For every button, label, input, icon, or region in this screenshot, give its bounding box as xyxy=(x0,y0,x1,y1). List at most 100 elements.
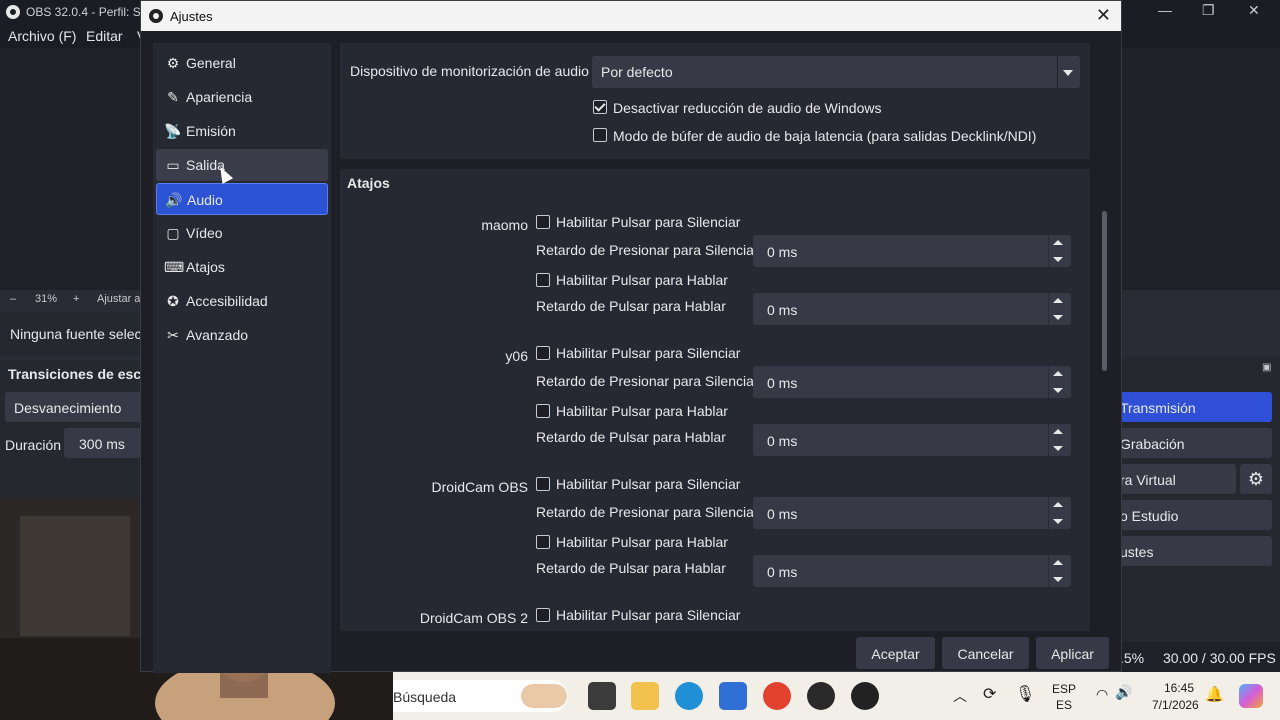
apply-button[interactable]: Aplicar xyxy=(1036,637,1109,669)
sidebar-item-atajos[interactable]: ⌨ Atajos xyxy=(156,251,328,283)
spin-down-icon[interactable] xyxy=(1053,315,1063,320)
zoom-fit-button[interactable]: Ajustar a xyxy=(97,293,140,305)
virtual-camera-settings-icon[interactable]: ⚙ xyxy=(1240,464,1272,494)
maximize-icon[interactable]: ❐ xyxy=(1202,2,1215,19)
push-to-talk-delay-input[interactable]: 0 ms xyxy=(753,555,1071,587)
virtual-camera-button[interactable]: ra Virtual xyxy=(1110,464,1236,494)
accept-button[interactable]: Aceptar xyxy=(856,637,935,669)
duration-input[interactable]: 300 ms xyxy=(64,428,144,458)
store-icon[interactable] xyxy=(719,682,747,710)
spin-up-icon[interactable] xyxy=(1053,371,1063,376)
menu-archivo[interactable]: Archivo (F) xyxy=(8,28,76,44)
cancel-label: Cancelar xyxy=(957,646,1014,662)
sidebar-item-audio[interactable]: 🔊 Audio xyxy=(156,183,328,215)
spin-down-icon[interactable] xyxy=(1053,577,1063,582)
spin-down-icon[interactable] xyxy=(1053,257,1063,262)
push-to-mute-checkbox[interactable] xyxy=(536,608,550,622)
keyboard-layout[interactable]: ES xyxy=(1056,698,1072,712)
low-latency-checkbox[interactable] xyxy=(593,128,607,142)
accept-label: Aceptar xyxy=(871,646,920,662)
language-code[interactable]: ESP xyxy=(1052,682,1076,696)
monitoring-device-select[interactable]: Por defecto xyxy=(592,56,1080,88)
zoom-in-button[interactable]: + xyxy=(73,293,79,305)
spin-down-icon[interactable] xyxy=(1053,519,1063,524)
sidebar-item-salida[interactable]: ▭ Salida xyxy=(156,149,328,181)
scrollbar-thumb[interactable] xyxy=(1102,211,1107,371)
obs-taskbar-icon[interactable] xyxy=(807,682,835,710)
dock-float-icon[interactable]: ▣ xyxy=(1262,362,1271,373)
clock-date[interactable]: 7/1/2026 xyxy=(1152,698,1199,712)
cancel-button[interactable]: Cancelar xyxy=(942,637,1029,669)
spin-up-icon[interactable] xyxy=(1053,298,1063,303)
file-explorer-icon[interactable] xyxy=(631,682,659,710)
chrome-icon[interactable] xyxy=(763,682,791,710)
sidebar-item-video[interactable]: ▢ Vídeo xyxy=(156,217,328,249)
virtual-camera-label: ra Virtual xyxy=(1120,472,1176,488)
low-latency-label: Modo de búfer de audio de baja latencia … xyxy=(613,128,1037,144)
transition-type-select[interactable]: Desvanecimiento xyxy=(5,392,145,422)
source-toolbar: Ninguna fuente selecc xyxy=(0,312,149,356)
hotkeys-group: Atajos maomo Habilitar Pulsar para Silenc… xyxy=(340,169,1090,631)
disable-ducking-checkbox[interactable] xyxy=(593,100,607,114)
spin-up-icon[interactable] xyxy=(1053,240,1063,245)
start-stream-button[interactable]: Transmisión xyxy=(1110,392,1272,422)
transitions-dock: Transiciones de esce Desvanecimiento Dur… xyxy=(0,360,149,500)
studio-mode-label: o Estudio xyxy=(1120,508,1179,524)
content-scrollbar[interactable] xyxy=(1099,43,1111,631)
start-recording-label: Grabación xyxy=(1120,436,1185,452)
studio-mode-button[interactable]: o Estudio xyxy=(1110,500,1272,530)
volume-icon[interactable]: 🔊 xyxy=(1115,684,1132,701)
settings-button[interactable]: ustes xyxy=(1110,536,1272,566)
taskbar-search[interactable]: Búsqueda xyxy=(393,680,568,712)
notification-bell-icon[interactable]: 🔔 xyxy=(1205,685,1224,703)
task-view-icon[interactable] xyxy=(588,682,616,710)
sidebar-item-apariencia[interactable]: ✎ Apariencia xyxy=(156,81,328,113)
push-to-mute-checkbox[interactable] xyxy=(536,477,550,491)
push-to-mute-checkbox[interactable] xyxy=(536,346,550,360)
microphone-icon[interactable]: 🎙 xyxy=(1015,684,1035,704)
push-to-mute-label: Habilitar Pulsar para Silenciar xyxy=(556,607,741,623)
push-to-talk-delay-input[interactable]: 0 ms xyxy=(753,424,1071,456)
sidebar-item-accesibilidad[interactable]: ✪ Accesibilidad xyxy=(156,285,328,317)
sidebar-item-general[interactable]: ⚙ General xyxy=(156,47,328,79)
spin-up-icon[interactable] xyxy=(1053,429,1063,434)
spin-down-icon[interactable] xyxy=(1053,388,1063,393)
zoom-out-button[interactable]: – xyxy=(10,293,16,305)
copilot-icon[interactable] xyxy=(1239,684,1263,708)
spin-separator xyxy=(1048,366,1049,398)
sync-icon[interactable]: ⟳ xyxy=(983,684,996,704)
tray-overflow-icon[interactable]: ︿ xyxy=(953,686,967,706)
edge-icon[interactable] xyxy=(675,682,703,710)
spin-up-icon[interactable] xyxy=(1053,502,1063,507)
push-to-mute-checkbox[interactable] xyxy=(536,215,550,229)
spin-separator xyxy=(1048,497,1049,529)
spin-down-icon[interactable] xyxy=(1053,446,1063,451)
obs-window-title: OBS 32.0.4 - Perfil: Sin xyxy=(26,5,151,19)
spin-separator xyxy=(1048,424,1049,456)
push-to-talk-checkbox[interactable] xyxy=(536,404,550,418)
close-window-icon[interactable]: ✕ xyxy=(1248,2,1260,19)
push-to-talk-delay-label: Retardo de Pulsar para Hablar xyxy=(536,298,726,314)
sidebar-item-avanzado[interactable]: ✂ Avanzado xyxy=(156,319,328,351)
spin-separator xyxy=(1048,293,1049,325)
push-to-mute-delay-input[interactable]: 0 ms xyxy=(753,366,1071,398)
sidebar-item-emision[interactable]: 📡 Emisión xyxy=(156,115,328,147)
push-to-mute-delay-input[interactable]: 0 ms xyxy=(753,497,1071,529)
push-to-talk-checkbox[interactable] xyxy=(536,273,550,287)
controls-dock: ▣ Transmisión Grabación ra Virtual ⚙ o E… xyxy=(1110,312,1280,642)
close-icon[interactable]: ✕ xyxy=(1096,5,1111,26)
zoom-bar: – 31% + Ajustar a xyxy=(0,290,145,310)
push-to-mute-delay-input[interactable]: 0 ms xyxy=(753,235,1071,267)
minimize-icon[interactable]: — xyxy=(1158,2,1172,18)
chevron-down-icon xyxy=(1063,70,1073,76)
wifi-icon[interactable]: ◠ xyxy=(1096,686,1108,703)
spin-up-icon[interactable] xyxy=(1053,560,1063,565)
menu-editar[interactable]: Editar xyxy=(86,28,123,44)
start-recording-button[interactable]: Grabación xyxy=(1110,428,1272,458)
droidcam-icon[interactable] xyxy=(851,682,879,710)
push-to-talk-delay-input[interactable]: 0 ms xyxy=(753,293,1071,325)
clock-time[interactable]: 16:45 xyxy=(1164,681,1194,695)
zoom-value: 31% xyxy=(35,293,58,305)
push-to-talk-checkbox[interactable] xyxy=(536,535,550,549)
sidebar-item-label: Apariencia xyxy=(186,89,253,105)
